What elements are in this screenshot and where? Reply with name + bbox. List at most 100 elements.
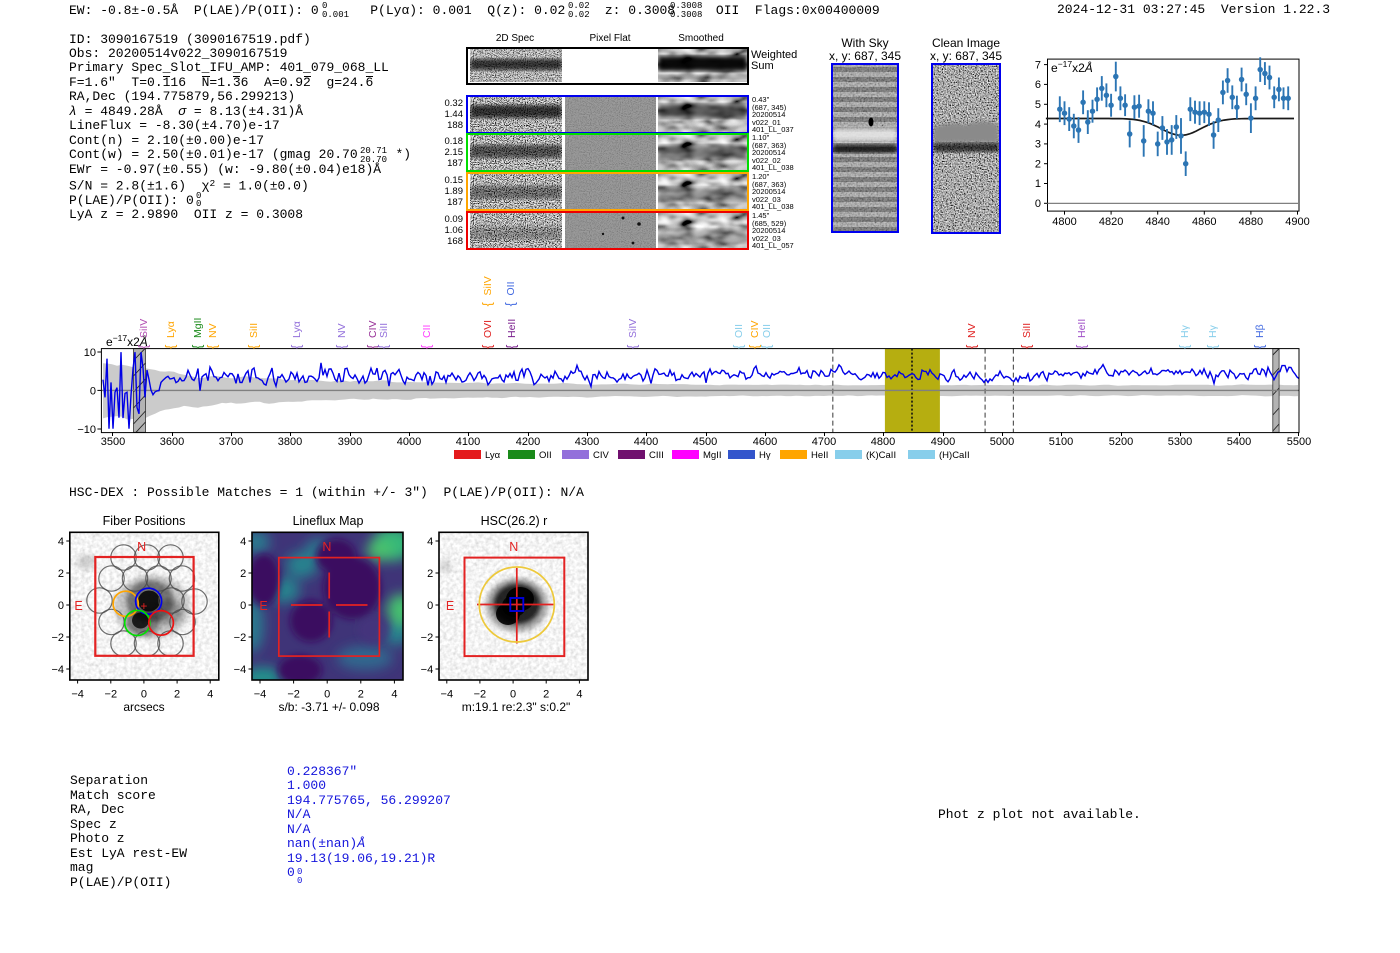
svg-text:{: { — [190, 344, 205, 349]
svg-text:{: { — [504, 344, 519, 349]
svg-text:−4: −4 — [71, 689, 84, 701]
svg-text:2: 2 — [427, 568, 433, 580]
svg-text:{: { — [1074, 344, 1089, 349]
svg-text:Lineflux Map: Lineflux Map — [293, 514, 364, 528]
svg-text:N: N — [509, 540, 518, 554]
svg-text:{: { — [334, 344, 349, 349]
svg-text:0: 0 — [427, 600, 433, 612]
svg-text:3: 3 — [1035, 139, 1041, 151]
svg-text:4840: 4840 — [1145, 216, 1169, 228]
svg-text:4: 4 — [576, 689, 582, 701]
svg-text:OII: OII — [761, 324, 773, 338]
svg-text:4: 4 — [58, 536, 64, 548]
svg-text:2: 2 — [543, 689, 549, 701]
svg-text:0: 0 — [58, 600, 64, 612]
svg-text:0: 0 — [90, 385, 96, 397]
svg-text:SiII: SiII — [1021, 323, 1033, 338]
svg-text:+: + — [140, 599, 147, 613]
svg-text:{: { — [625, 344, 640, 349]
svg-text:s/b: -3.71 +/- 0.098: s/b: -3.71 +/- 0.098 — [278, 700, 379, 714]
svg-text:CII: CII — [421, 325, 433, 338]
svg-text:E: E — [446, 599, 454, 613]
svg-text:Lyα: Lyα — [291, 321, 303, 338]
svg-text:Fiber Positions: Fiber Positions — [103, 514, 186, 528]
svg-text:Hβ: Hβ — [1254, 324, 1266, 338]
svg-text:SiII: SiII — [378, 323, 390, 338]
svg-text:m:19.1 re:2.3" s:0.2": m:19.1 re:2.3" s:0.2" — [462, 700, 571, 714]
svg-text:2: 2 — [358, 689, 364, 701]
svg-text:{: { — [503, 302, 518, 307]
svg-text:SiII: SiII — [248, 323, 260, 338]
svg-text:−2: −2 — [474, 689, 487, 701]
svg-text:4860: 4860 — [1192, 216, 1216, 228]
svg-text:Lyα: Lyα — [165, 321, 177, 338]
svg-text:7: 7 — [1035, 59, 1041, 71]
svg-text:4: 4 — [240, 536, 246, 548]
svg-text:{: { — [136, 344, 151, 349]
svg-text:{: { — [1205, 344, 1220, 349]
svg-text:4820: 4820 — [1099, 216, 1123, 228]
svg-text:SiIV: SiIV — [627, 319, 639, 338]
svg-text:−2: −2 — [287, 689, 300, 701]
svg-text:−4: −4 — [421, 664, 434, 676]
svg-text:HSC(26.2) r: HSC(26.2) r — [481, 514, 548, 528]
svg-text:−4: −4 — [441, 689, 454, 701]
svg-text:{: { — [419, 344, 434, 349]
svg-text:E: E — [74, 599, 82, 613]
svg-text:4: 4 — [1035, 119, 1041, 131]
svg-text:0: 0 — [240, 600, 246, 612]
svg-text:2: 2 — [240, 568, 246, 580]
svg-text:Hγ: Hγ — [1179, 324, 1191, 338]
svg-text:{: { — [1019, 344, 1034, 349]
svg-text:N: N — [137, 540, 146, 554]
svg-text:SiIV: SiIV — [138, 319, 150, 338]
svg-text:4: 4 — [391, 689, 397, 701]
svg-text:{: { — [480, 344, 495, 349]
svg-text:NV: NV — [966, 323, 978, 338]
svg-text:2: 2 — [58, 568, 64, 580]
svg-text:HeII: HeII — [1076, 319, 1088, 338]
svg-text:Hγ: Hγ — [1207, 324, 1219, 338]
svg-text:2: 2 — [174, 689, 180, 701]
svg-text:{: { — [376, 344, 391, 349]
svg-text:1: 1 — [1035, 178, 1041, 190]
svg-text:4800: 4800 — [1052, 216, 1076, 228]
svg-text:4900: 4900 — [1285, 216, 1309, 228]
svg-text:−10: −10 — [77, 424, 96, 436]
svg-text:E: E — [259, 599, 267, 613]
svg-text:NV: NV — [336, 323, 348, 338]
svg-text:{: { — [205, 344, 220, 349]
svg-text:10: 10 — [84, 347, 96, 359]
svg-text:−2: −2 — [105, 689, 118, 701]
svg-text:4: 4 — [427, 536, 433, 548]
svg-text:{: { — [289, 344, 304, 349]
svg-text:OII: OII — [505, 281, 517, 295]
svg-text:{: { — [480, 302, 495, 307]
svg-text:e−17x2Å: e−17x2Å — [1051, 59, 1093, 75]
svg-text:NV: NV — [207, 323, 219, 338]
svg-text:0: 0 — [510, 689, 516, 701]
svg-text:−2: −2 — [51, 632, 64, 644]
svg-text:{: { — [1177, 344, 1192, 349]
svg-text:4880: 4880 — [1239, 216, 1263, 228]
svg-text:0: 0 — [324, 689, 330, 701]
svg-text:6: 6 — [1035, 79, 1041, 91]
svg-text:{: { — [246, 344, 261, 349]
svg-text:−4: −4 — [254, 689, 267, 701]
svg-text:0: 0 — [141, 689, 147, 701]
svg-text:{: { — [964, 344, 979, 349]
svg-text:arcsecs: arcsecs — [123, 700, 164, 714]
svg-text:SiIV: SiIV — [482, 276, 494, 295]
svg-text:HeII: HeII — [506, 319, 518, 338]
svg-text:OVI: OVI — [482, 320, 494, 338]
svg-text:CIV: CIV — [749, 320, 761, 338]
svg-text:0: 0 — [1035, 198, 1041, 210]
svg-text:4: 4 — [207, 689, 213, 701]
svg-text:N: N — [322, 540, 331, 554]
svg-text:2: 2 — [1035, 158, 1041, 170]
svg-text:MgII: MgII — [192, 318, 204, 338]
svg-text:OII: OII — [733, 324, 745, 338]
svg-text:−4: −4 — [51, 664, 64, 676]
svg-text:−2: −2 — [421, 632, 434, 644]
svg-text:{: { — [731, 344, 746, 349]
